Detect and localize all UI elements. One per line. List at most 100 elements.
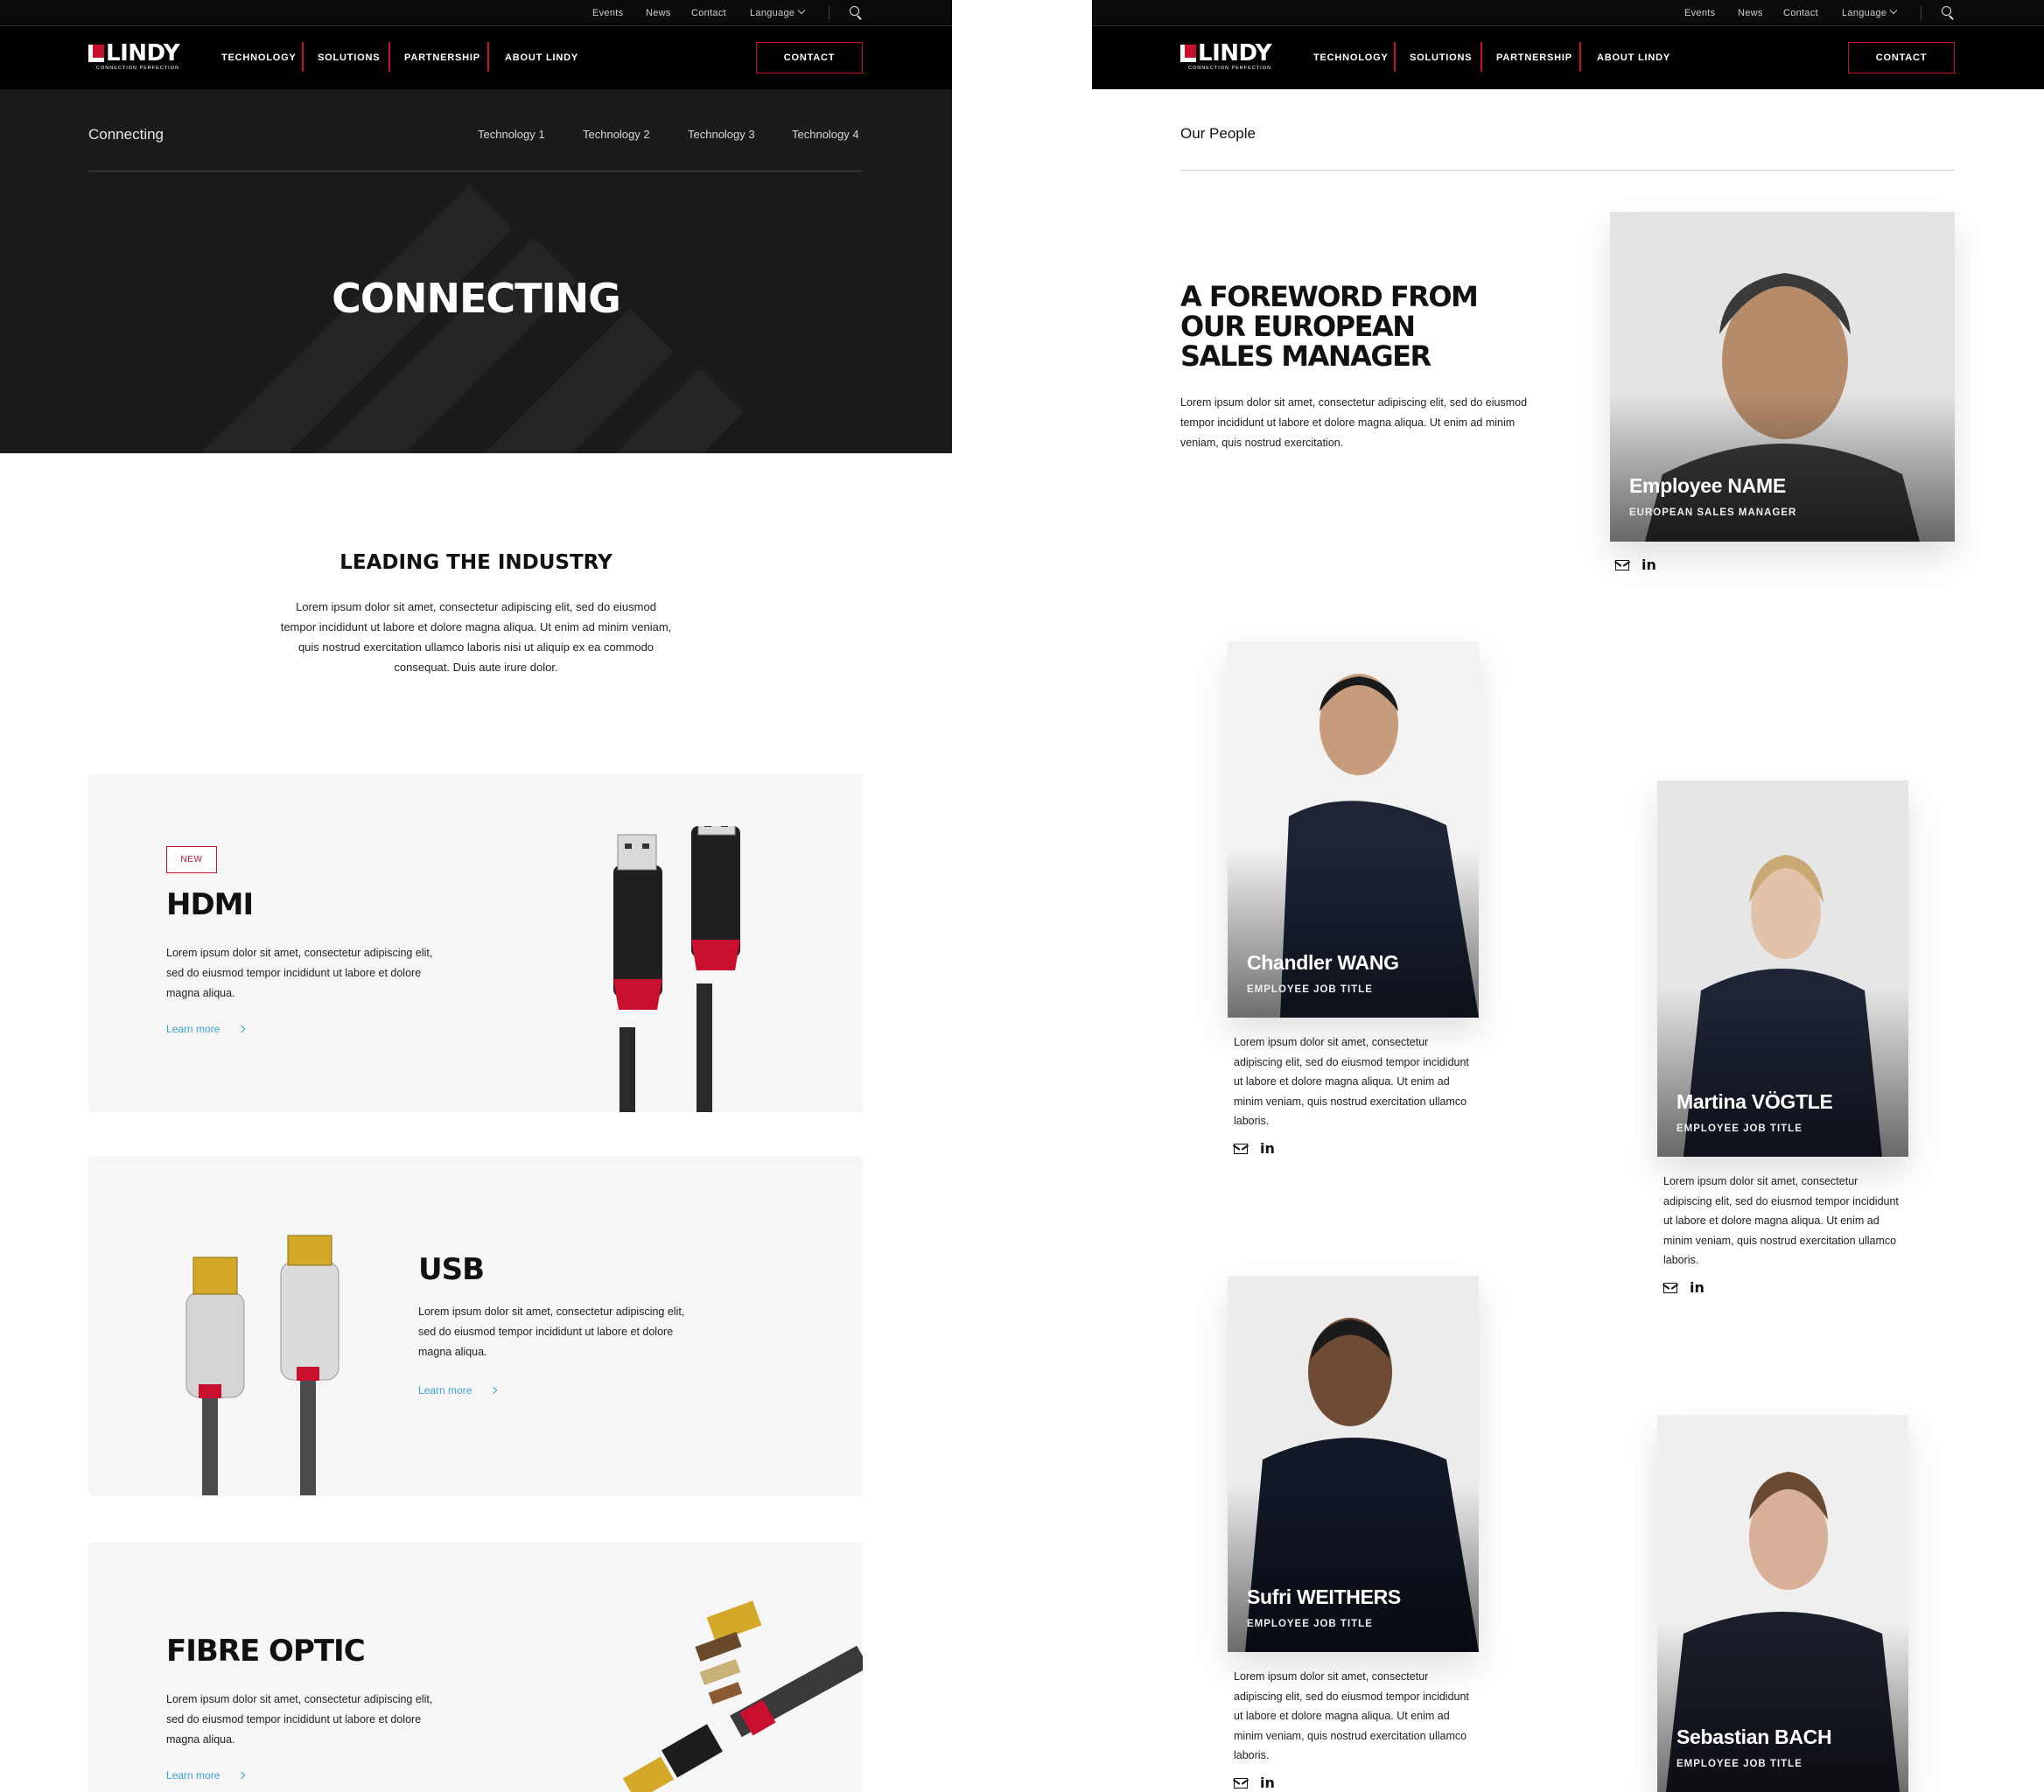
product-description: Lorem ipsum dolor sit amet, consectetur … xyxy=(418,1306,685,1358)
product-card-fibre-optic: FIBRE OPTIC Lorem ipsum dolor sit amet, … xyxy=(88,1543,863,1792)
learn-more-link[interactable]: Learn more xyxy=(166,1023,246,1035)
nav-partnership[interactable]: PARTNERSHIP xyxy=(1496,52,1572,63)
events-link[interactable]: Events xyxy=(592,8,623,18)
nav-solutions[interactable]: SOLUTIONS xyxy=(318,52,380,63)
utility-bar: Events News Contact Language xyxy=(1092,0,2044,26)
chevron-down-icon xyxy=(798,6,806,15)
mail-icon[interactable] xyxy=(1663,1283,1677,1293)
linkedin-icon[interactable]: in xyxy=(1260,1774,1275,1791)
employee-description: Lorem ipsum dolor sit amet, consectetur … xyxy=(1663,1175,1899,1267)
linkedin-icon[interactable]: in xyxy=(1260,1140,1275,1157)
employee-job-title: EMPLOYEE JOB TITLE xyxy=(1247,1619,1373,1629)
divider xyxy=(1921,6,1922,20)
employee-photo: Martina VÖGTLE EMPLOYEE JOB TITLE xyxy=(1657,780,1908,1157)
nav-divider xyxy=(487,42,489,72)
language-label: Language xyxy=(1842,8,1887,18)
nav-divider xyxy=(1480,42,1482,72)
lindy-logo[interactable]: LINDY CONNECTION PERFECTION xyxy=(88,42,183,74)
subnav-technology-2[interactable]: Technology 2 xyxy=(583,128,650,141)
employee-photo: Chandler WANG EMPLOYEE JOB TITLE xyxy=(1228,641,1479,1018)
contact-link[interactable]: Contact xyxy=(1783,8,1818,18)
chevron-right-icon xyxy=(238,1025,246,1033)
employee-name: Sebastian BACH xyxy=(1676,1726,1832,1748)
new-badge: NEW xyxy=(166,846,217,873)
mail-icon[interactable] xyxy=(1234,1778,1248,1788)
subnav-title: Connecting xyxy=(88,126,164,143)
product-title: HDMI xyxy=(166,887,254,922)
language-select[interactable]: Language xyxy=(1842,6,1898,18)
divider xyxy=(829,6,830,20)
chevron-right-icon xyxy=(490,1386,498,1395)
language-select[interactable]: Language xyxy=(750,6,806,18)
employee-description: Lorem ipsum dolor sit amet, consectetur … xyxy=(1234,1036,1469,1128)
product-title: FIBRE OPTIC xyxy=(166,1634,366,1669)
section-title: Our People xyxy=(1180,125,1256,142)
foreword-title: A FOREWORD FROM OUR EUROPEAN SALES MANAG… xyxy=(1180,280,1479,373)
mail-icon[interactable] xyxy=(1615,560,1629,570)
contact-button[interactable]: CONTACT xyxy=(1848,42,1955,74)
employee-photo: Sebastian BACH EMPLOYEE JOB TITLE xyxy=(1657,1415,1908,1792)
hdmi-cable-image xyxy=(613,826,740,1112)
intro-title: LEADING THE INDUSTRY xyxy=(340,551,612,574)
search-icon[interactable] xyxy=(1941,5,1955,20)
divider xyxy=(88,171,863,172)
product-card-hdmi: NEW HDMI Lorem ipsum dolor sit amet, con… xyxy=(88,774,863,1112)
learn-more-link[interactable]: Learn more xyxy=(418,1384,498,1396)
employee-job-title: EMPLOYEE JOB TITLE xyxy=(1247,984,1373,995)
learn-more-link[interactable]: Learn more xyxy=(166,1769,246,1782)
hero-title: CONNECTING xyxy=(332,275,621,322)
employee-social-links: in xyxy=(1663,1279,1707,1296)
employee-name: Sufri WEITHERS xyxy=(1247,1586,1401,1608)
employee-name: Chandler WANG xyxy=(1247,951,1399,974)
employee-job-title: EMPLOYEE JOB TITLE xyxy=(1676,1124,1802,1134)
product-description: Lorem ipsum dolor sit amet, consectetur … xyxy=(166,947,433,999)
linkedin-icon[interactable]: in xyxy=(1690,1279,1704,1296)
search-icon[interactable] xyxy=(849,5,863,20)
product-description: Lorem ipsum dolor sit amet, consectetur … xyxy=(166,1693,433,1746)
employee-job-title: EMPLOYEE JOB TITLE xyxy=(1676,1759,1802,1769)
intro-body: Lorem ipsum dolor sit amet, consectetur … xyxy=(280,600,672,674)
usb-cable-image xyxy=(186,1235,340,1495)
nav-divider xyxy=(1579,42,1581,72)
mail-icon[interactable] xyxy=(1234,1144,1248,1154)
employee-name: Martina VÖGTLE xyxy=(1676,1090,1833,1113)
product-title: USB xyxy=(418,1252,485,1287)
manager-photo: Employee NAME EUROPEAN SALES MANAGER xyxy=(1610,212,1955,542)
employee-job-title: EUROPEAN SALES MANAGER xyxy=(1629,508,1797,518)
nav-partnership[interactable]: PARTNERSHIP xyxy=(404,52,480,63)
employee-social-links: in xyxy=(1234,1140,1278,1157)
nav-technology[interactable]: TECHNOLOGY xyxy=(221,52,297,63)
nav-divider xyxy=(302,42,304,72)
fibre-optic-cable-image xyxy=(622,1600,863,1792)
subnav-technology-1[interactable]: Technology 1 xyxy=(478,128,545,141)
chevron-down-icon xyxy=(1890,6,1898,15)
employee-name: Employee NAME xyxy=(1629,474,1786,497)
employee-photo: Sufri WEITHERS EMPLOYEE JOB TITLE xyxy=(1228,1276,1479,1652)
foreword-body: Lorem ipsum dolor sit amet, consectetur … xyxy=(1180,396,1528,449)
nav-solutions[interactable]: SOLUTIONS xyxy=(1410,52,1472,63)
contact-link[interactable]: Contact xyxy=(691,8,726,18)
manager-social-links: in xyxy=(1615,556,1659,573)
news-link[interactable]: News xyxy=(646,8,671,18)
employee-social-links: in xyxy=(1234,1774,1278,1791)
main-nav: LINDY CONNECTION PERFECTION TECHNOLOGY S… xyxy=(0,26,952,89)
utility-bar: Events News Contact Language xyxy=(0,0,952,26)
subnav-technology-3[interactable]: Technology 3 xyxy=(688,128,755,141)
divider xyxy=(1180,170,1955,171)
people-page: Events News Contact Language LINDY CONNE… xyxy=(1092,0,2044,1792)
nav-about[interactable]: ABOUT LINDY xyxy=(1597,52,1670,63)
nav-divider xyxy=(388,42,390,72)
events-link[interactable]: Events xyxy=(1684,8,1715,18)
language-label: Language xyxy=(750,8,795,18)
hero-banner: Connecting Technology 1 Technology 2 Tec… xyxy=(0,89,952,453)
nav-about[interactable]: ABOUT LINDY xyxy=(505,52,578,63)
news-link[interactable]: News xyxy=(1738,8,1763,18)
employee-description: Lorem ipsum dolor sit amet, consectetur … xyxy=(1234,1670,1469,1762)
product-card-usb: USB Lorem ipsum dolor sit amet, consecte… xyxy=(88,1157,863,1495)
subnav-technology-4[interactable]: Technology 4 xyxy=(792,128,859,141)
nav-technology[interactable]: TECHNOLOGY xyxy=(1313,52,1389,63)
nav-divider xyxy=(1394,42,1396,72)
contact-button[interactable]: CONTACT xyxy=(756,42,863,74)
lindy-logo[interactable]: LINDY CONNECTION PERFECTION xyxy=(1180,42,1275,74)
linkedin-icon[interactable]: in xyxy=(1642,556,1656,573)
